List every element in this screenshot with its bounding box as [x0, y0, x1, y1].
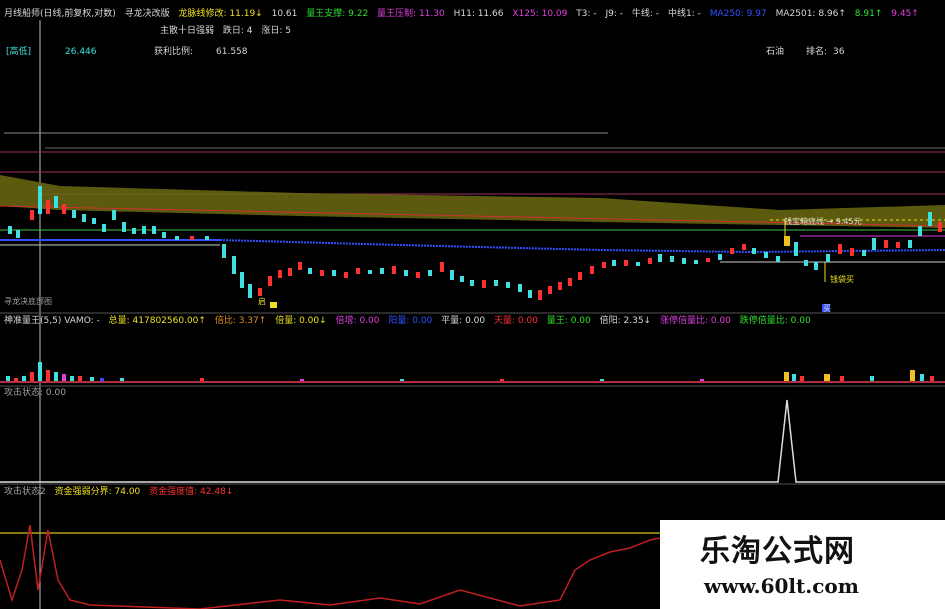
box-bottom-tag: 钱宝箱底线 → 9.45元: [784, 217, 862, 226]
indicator: 月线船师(日线,前复权,对数): [4, 9, 116, 19]
indicator: 天量: 0.00: [493, 316, 538, 326]
buy-marker: [270, 302, 277, 308]
mark-b: 买: [823, 304, 831, 313]
sector-label: 石油: [766, 47, 785, 57]
indicator: 龙脉线修改: 11.19↓: [178, 9, 263, 19]
watermark-url: www.60lt.com: [704, 574, 859, 598]
indicator: 涨停倍量比: 0.00: [659, 316, 731, 326]
indicator: 倍阳: 2.35↓: [599, 316, 652, 326]
price-value: 26.446: [65, 47, 97, 57]
indicator: 倍比: 3.37↑: [214, 316, 267, 326]
indicator: 倍量: 0.00↓: [275, 316, 327, 326]
rank-label: 排名:: [806, 47, 828, 57]
header-second-line: 主散十日强弱 跌日: 4 涨日: 5: [160, 26, 297, 37]
indicator: 8.91↑: [854, 9, 883, 19]
indicator: 牛线: -: [631, 9, 660, 19]
volume-pane-header: 神准量王(5,5) VAMO: - 总量: 417802560.00↑ 倍比: …: [4, 316, 817, 327]
attack-pane-header: 攻击状态: 0.00: [4, 388, 72, 399]
watermark: 乐淘公式网 www.60lt.com: [660, 520, 945, 609]
chart-window: 月线船师(日线,前复权,对数) 寻龙决改版 龙脉线修改: 11.19↓ 10.6…: [0, 0, 945, 609]
indicator: 攻击状态: 0.00: [4, 388, 66, 398]
chart-canvas: [0, 20, 945, 609]
indicator: 资金强弱分界: 74.00: [54, 487, 141, 497]
indicator: 寻龙决改版: [124, 9, 170, 19]
label: 跌日: 4: [222, 26, 253, 36]
indicator: X125: 10.09: [512, 9, 568, 19]
funds-pane-header: 攻击状态2 资金强弱分界: 74.00 资金强度值: 42.48↓: [4, 487, 239, 498]
indicator: 平量: 0.00: [441, 316, 486, 326]
watermark-title: 乐淘公式网: [700, 534, 855, 569]
indicator: 神准量王(5,5) VAMO: -: [4, 316, 100, 326]
bottom-label: 寻龙决底部图: [4, 297, 52, 306]
ratio-value: 61.558: [216, 47, 248, 57]
price-label: [高低]: [6, 47, 32, 57]
indicator: 中线1: -: [667, 9, 701, 19]
buy-point-tag: 钱袋买: [830, 275, 854, 284]
funds-strength-line: [0, 524, 661, 609]
indicator: H11: 11.66: [453, 9, 504, 19]
indicator: 资金强度值: 42.48↓: [149, 487, 234, 497]
indicator: 量王支撑: 9.22: [306, 9, 369, 19]
indicator: 量王压制: 11.30: [377, 9, 445, 19]
info-bar: [高低]: [6, 47, 37, 58]
label: 主散十日强弱: [160, 26, 215, 36]
ratio-label: 获利比例:: [154, 47, 194, 57]
indicator: 跌停倍量比: 0.00: [739, 316, 811, 326]
ma250-line: [219, 239, 945, 254]
label: 涨日: 5: [261, 26, 292, 36]
volume-bars: [0, 362, 945, 383]
indicator: 总量: 417802560.00↑: [108, 316, 206, 326]
indicator: 倍增: 0.00: [335, 316, 380, 326]
indicator: J9: -: [605, 9, 624, 19]
indicator: 9.45↑: [891, 9, 919, 19]
rank-value: 36: [833, 47, 845, 57]
header-indicators: 月线船师(日线,前复权,对数) 寻龙决改版 龙脉线修改: 11.19↓ 10.6…: [4, 9, 925, 20]
indicator: MA250: 9.97: [709, 9, 767, 19]
indicator: 10.61: [271, 9, 298, 19]
attack-state-line: [0, 399, 945, 483]
indicator: T3: -: [576, 9, 597, 19]
indicator: 量王: 0.00: [546, 316, 591, 326]
indicator: 攻击状态2: [4, 487, 46, 497]
indicator: 阳量: 0.00: [388, 316, 433, 326]
indicator: MA2501: 8.96↑: [775, 9, 846, 19]
mark-a: 启: [258, 297, 266, 306]
